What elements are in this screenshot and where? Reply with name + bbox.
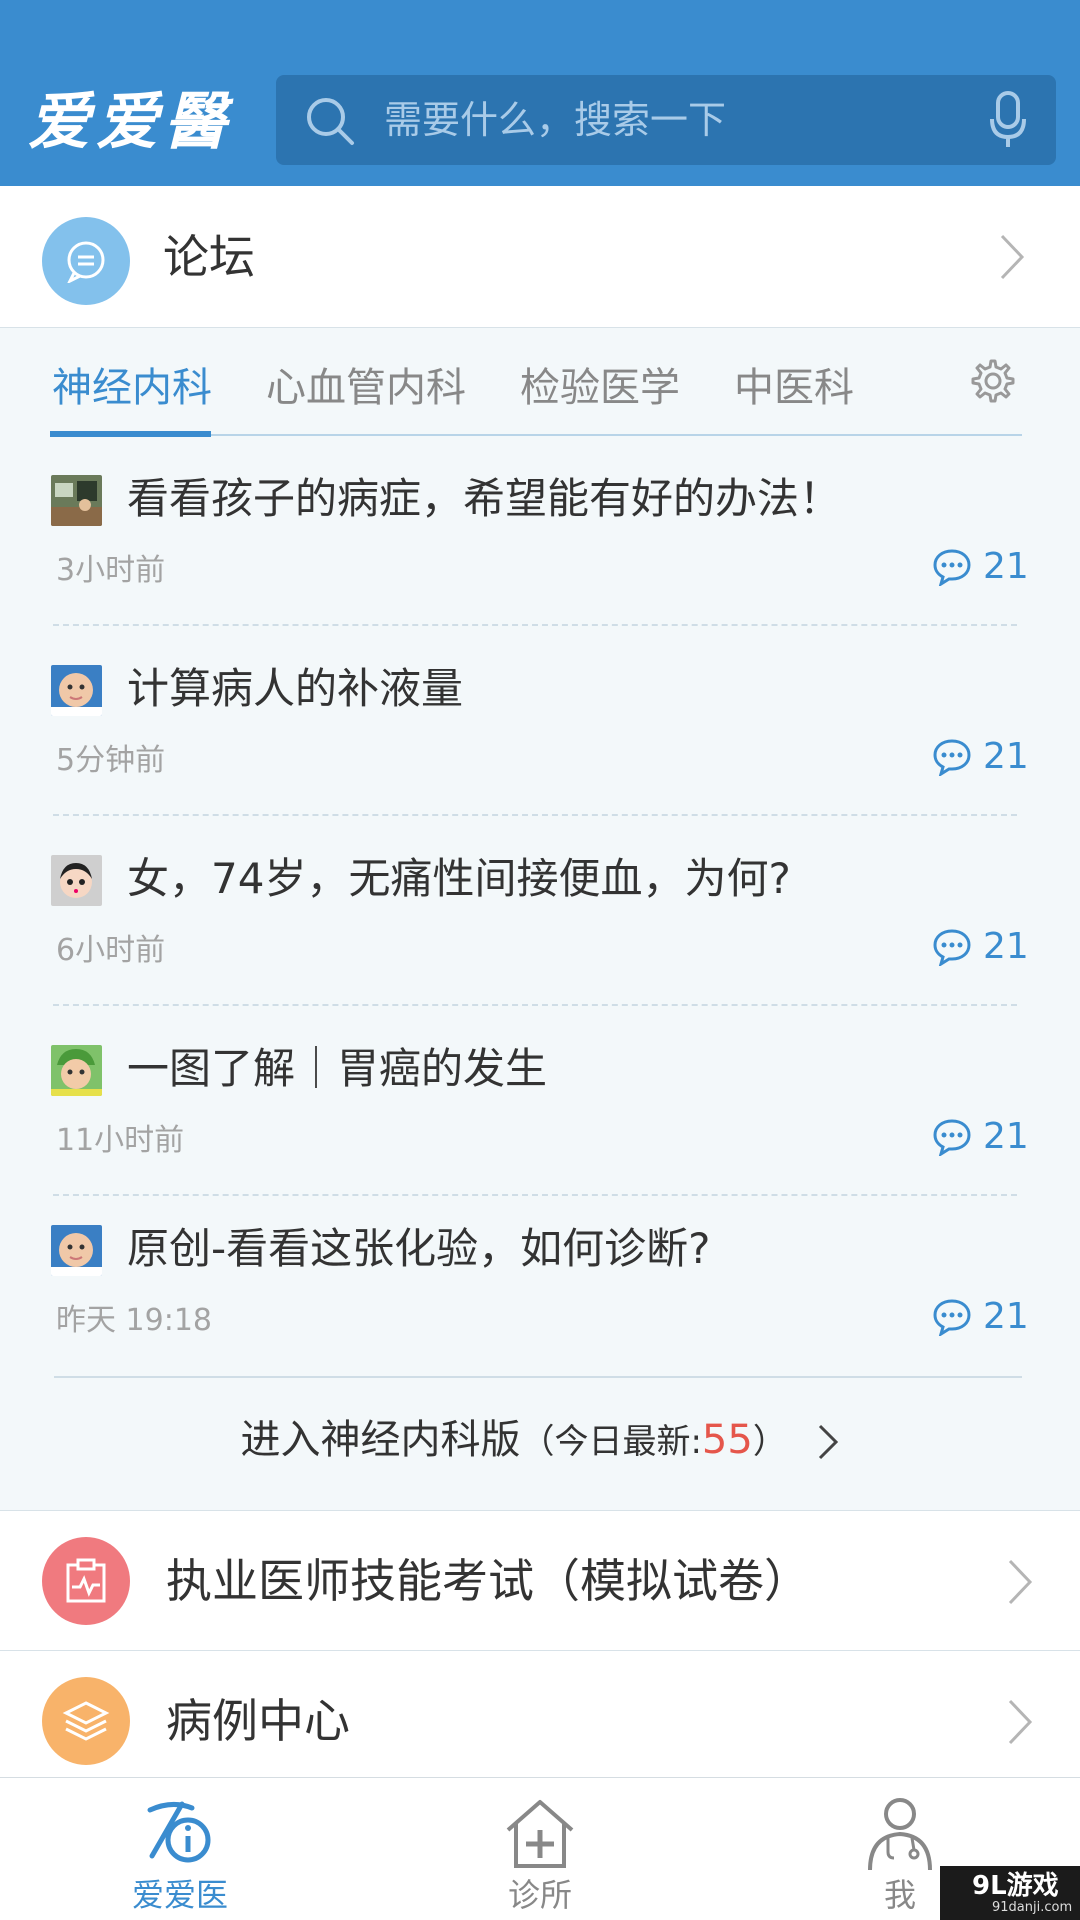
comment-count: 21: [983, 1296, 1029, 1337]
clinic-house-icon: [506, 1800, 574, 1868]
home-logo-icon: [147, 1801, 211, 1863]
chevron-right-icon: [1008, 1559, 1033, 1605]
chevron-right-icon: [1008, 1699, 1033, 1745]
post-item[interactable]: 计算病人的补液量 5分钟前 21: [0, 626, 1080, 816]
today-new-count: 55: [701, 1417, 753, 1463]
tab-cardiology[interactable]: 心血管内科: [266, 358, 466, 418]
avatar: [51, 475, 102, 526]
search-icon: [307, 98, 354, 145]
post-item[interactable]: 女，74岁，无痛性间接便血，为何? 6小时前 21: [0, 816, 1080, 1006]
post-time: 5分钟前: [56, 743, 166, 778]
nav-home[interactable]: 爱爱医: [80, 1778, 280, 1920]
app-logo: 爱爱醫: [28, 85, 233, 158]
exam-label: 执业医师技能考试（模拟试卷）: [166, 1554, 810, 1608]
case-center-row[interactable]: 病例中心: [0, 1650, 1080, 1790]
comment-icon: [933, 1119, 971, 1156]
case-center-label: 病例中心: [166, 1694, 350, 1748]
department-tabs: 神经内科 心血管内科 检验医学 中医科: [50, 328, 1022, 437]
post-item[interactable]: 看看孩子的病症，希望能有好的办法！ 3小时前 21: [0, 436, 1080, 626]
paren-close: ）: [752, 1422, 787, 1462]
divider: [54, 1376, 1022, 1378]
comment-count: 21: [983, 926, 1029, 967]
forum-row[interactable]: 论坛: [0, 186, 1080, 328]
tab-neurology[interactable]: 神经内科: [52, 358, 212, 418]
forum-label: 论坛: [163, 230, 255, 284]
post-title: 一图了解｜胃癌的发生: [127, 1044, 548, 1093]
chevron-right-icon: [1000, 234, 1025, 280]
microphone-icon[interactable]: [988, 91, 1028, 149]
avatar: [51, 855, 102, 906]
post-item[interactable]: 原创-看看这张化验，如何诊断? 昨天 19:18 21: [0, 1186, 1080, 1376]
bottom-nav: 爱爱医 诊所 我: [0, 1777, 1080, 1920]
post-time: 11小时前: [56, 1123, 185, 1158]
post-time: 昨天 19:18: [56, 1303, 212, 1338]
chat-bubble-icon: [42, 217, 130, 305]
today-new-label: （今日最新:: [520, 1422, 702, 1462]
post-time: 6小时前: [56, 933, 166, 968]
nav-clinic[interactable]: 诊所: [440, 1778, 640, 1920]
post-title: 看看孩子的病症，希望能有好的办法！: [127, 474, 842, 523]
enter-section-link[interactable]: 进入神经内科版（今日最新:55）: [0, 1410, 1080, 1470]
post-title: 计算病人的补液量: [127, 664, 464, 713]
post-time: 3小时前: [56, 553, 166, 588]
comment-icon: [933, 739, 971, 776]
layers-icon: [42, 1677, 130, 1765]
watermark-sub: 91danji.com: [992, 1900, 1073, 1915]
tab-tcm[interactable]: 中医科: [734, 358, 854, 418]
comment-count: 21: [983, 736, 1029, 777]
comment-icon: [933, 549, 971, 586]
search-input[interactable]: 需要什么，搜索一下: [384, 75, 726, 165]
search-bar[interactable]: 需要什么，搜索一下: [276, 75, 1056, 165]
avatar: [51, 1225, 102, 1276]
app-header: 爱爱醫 需要什么，搜索一下: [0, 0, 1080, 186]
comment-icon: [933, 929, 971, 966]
tab-laboratory[interactable]: 检验医学: [520, 358, 680, 418]
enter-section-label: 进入神经内科版: [240, 1417, 521, 1463]
post-title: 女，74岁，无痛性间接便血，为何?: [127, 854, 791, 903]
exam-row[interactable]: 执业医师技能考试（模拟试卷）: [0, 1510, 1080, 1650]
clipboard-icon: [42, 1537, 130, 1625]
avatar: [51, 1045, 102, 1096]
nav-clinic-label: 诊所: [507, 1876, 572, 1914]
watermark-main: 9L游戏: [972, 1871, 1059, 1901]
avatar: [51, 665, 102, 716]
post-title: 原创-看看这张化验，如何诊断?: [127, 1224, 711, 1273]
gear-icon[interactable]: [968, 356, 1018, 406]
comment-count: 21: [983, 546, 1029, 587]
doctor-icon: [868, 1798, 932, 1871]
site-watermark: 9L游戏 91danji.com: [940, 1866, 1080, 1920]
post-item[interactable]: 一图了解｜胃癌的发生 11小时前 21: [0, 1006, 1080, 1196]
comment-icon: [933, 1299, 971, 1336]
comment-count: 21: [983, 1116, 1029, 1157]
chevron-right-icon: [818, 1424, 838, 1460]
nav-home-label: 爱爱医: [131, 1876, 228, 1914]
